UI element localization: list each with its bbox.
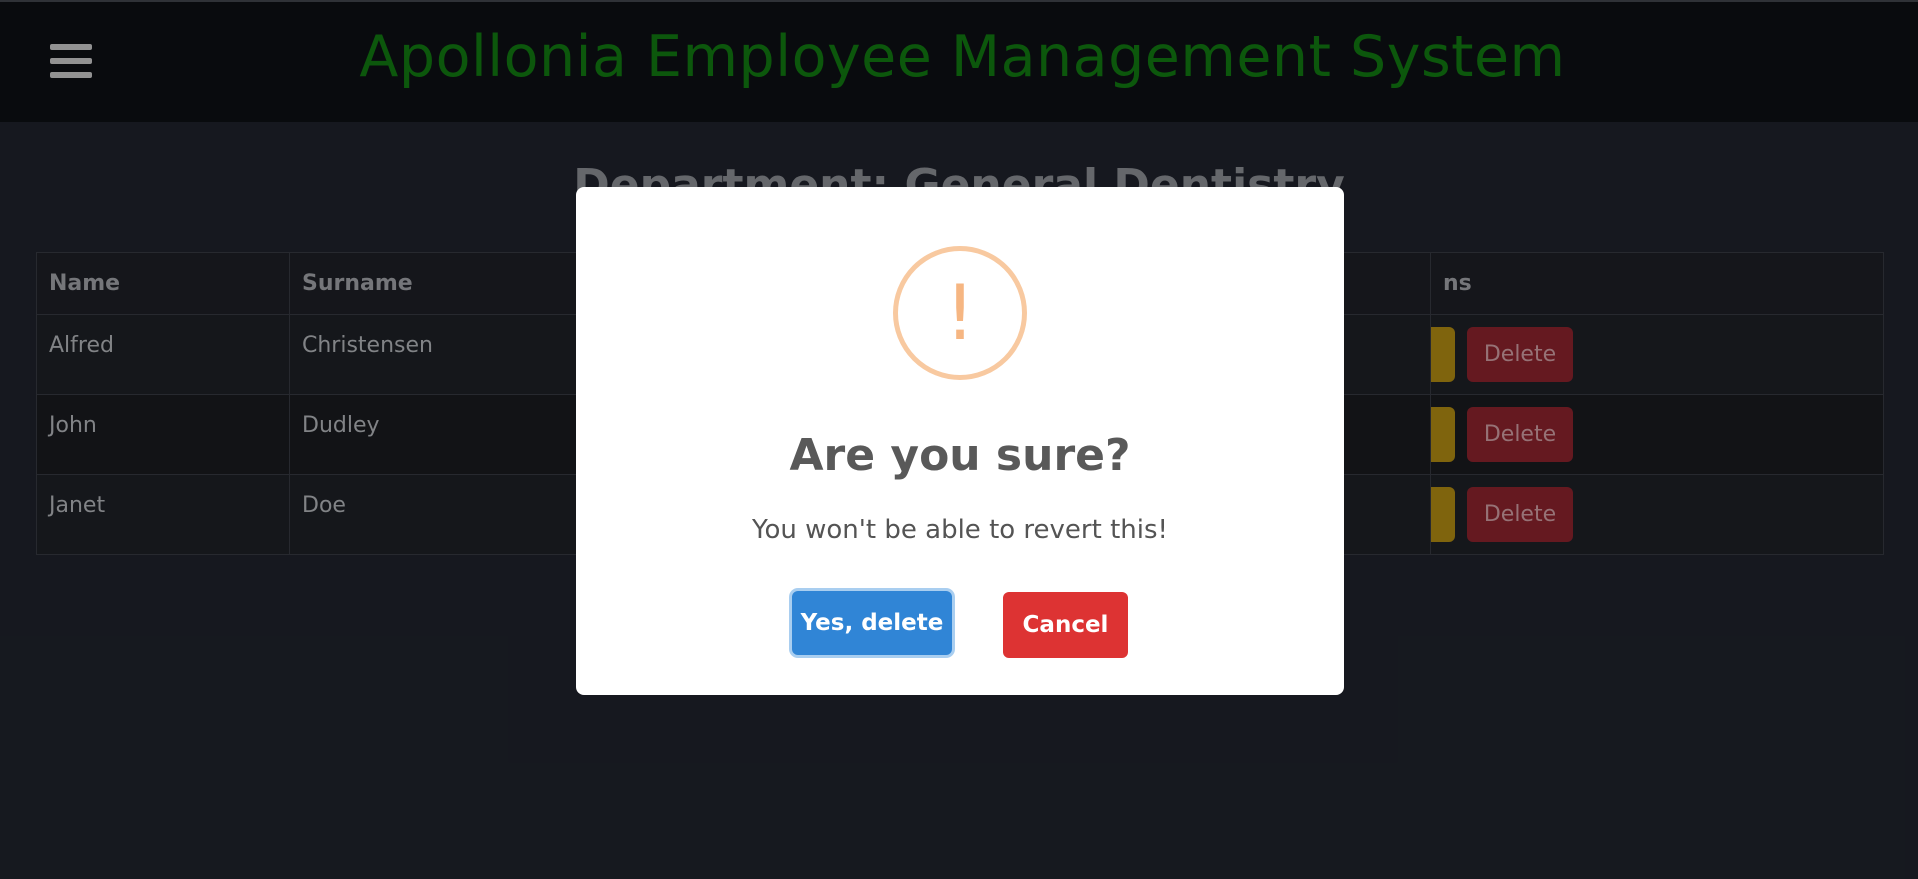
cancel-button[interactable]: Cancel: [1003, 592, 1128, 658]
confirm-delete-button[interactable]: Yes, delete it!: [792, 591, 952, 700]
warning-icon: !: [893, 246, 1027, 380]
dialog-title: Are you sure?: [789, 430, 1131, 481]
confirm-dialog: ! Are you sure? You won't be able to rev…: [576, 187, 1344, 700]
modal-backdrop[interactable]: ! Are you sure? You won't be able to rev…: [0, 0, 1918, 879]
dialog-text: You won't be able to revert this!: [752, 515, 1168, 545]
